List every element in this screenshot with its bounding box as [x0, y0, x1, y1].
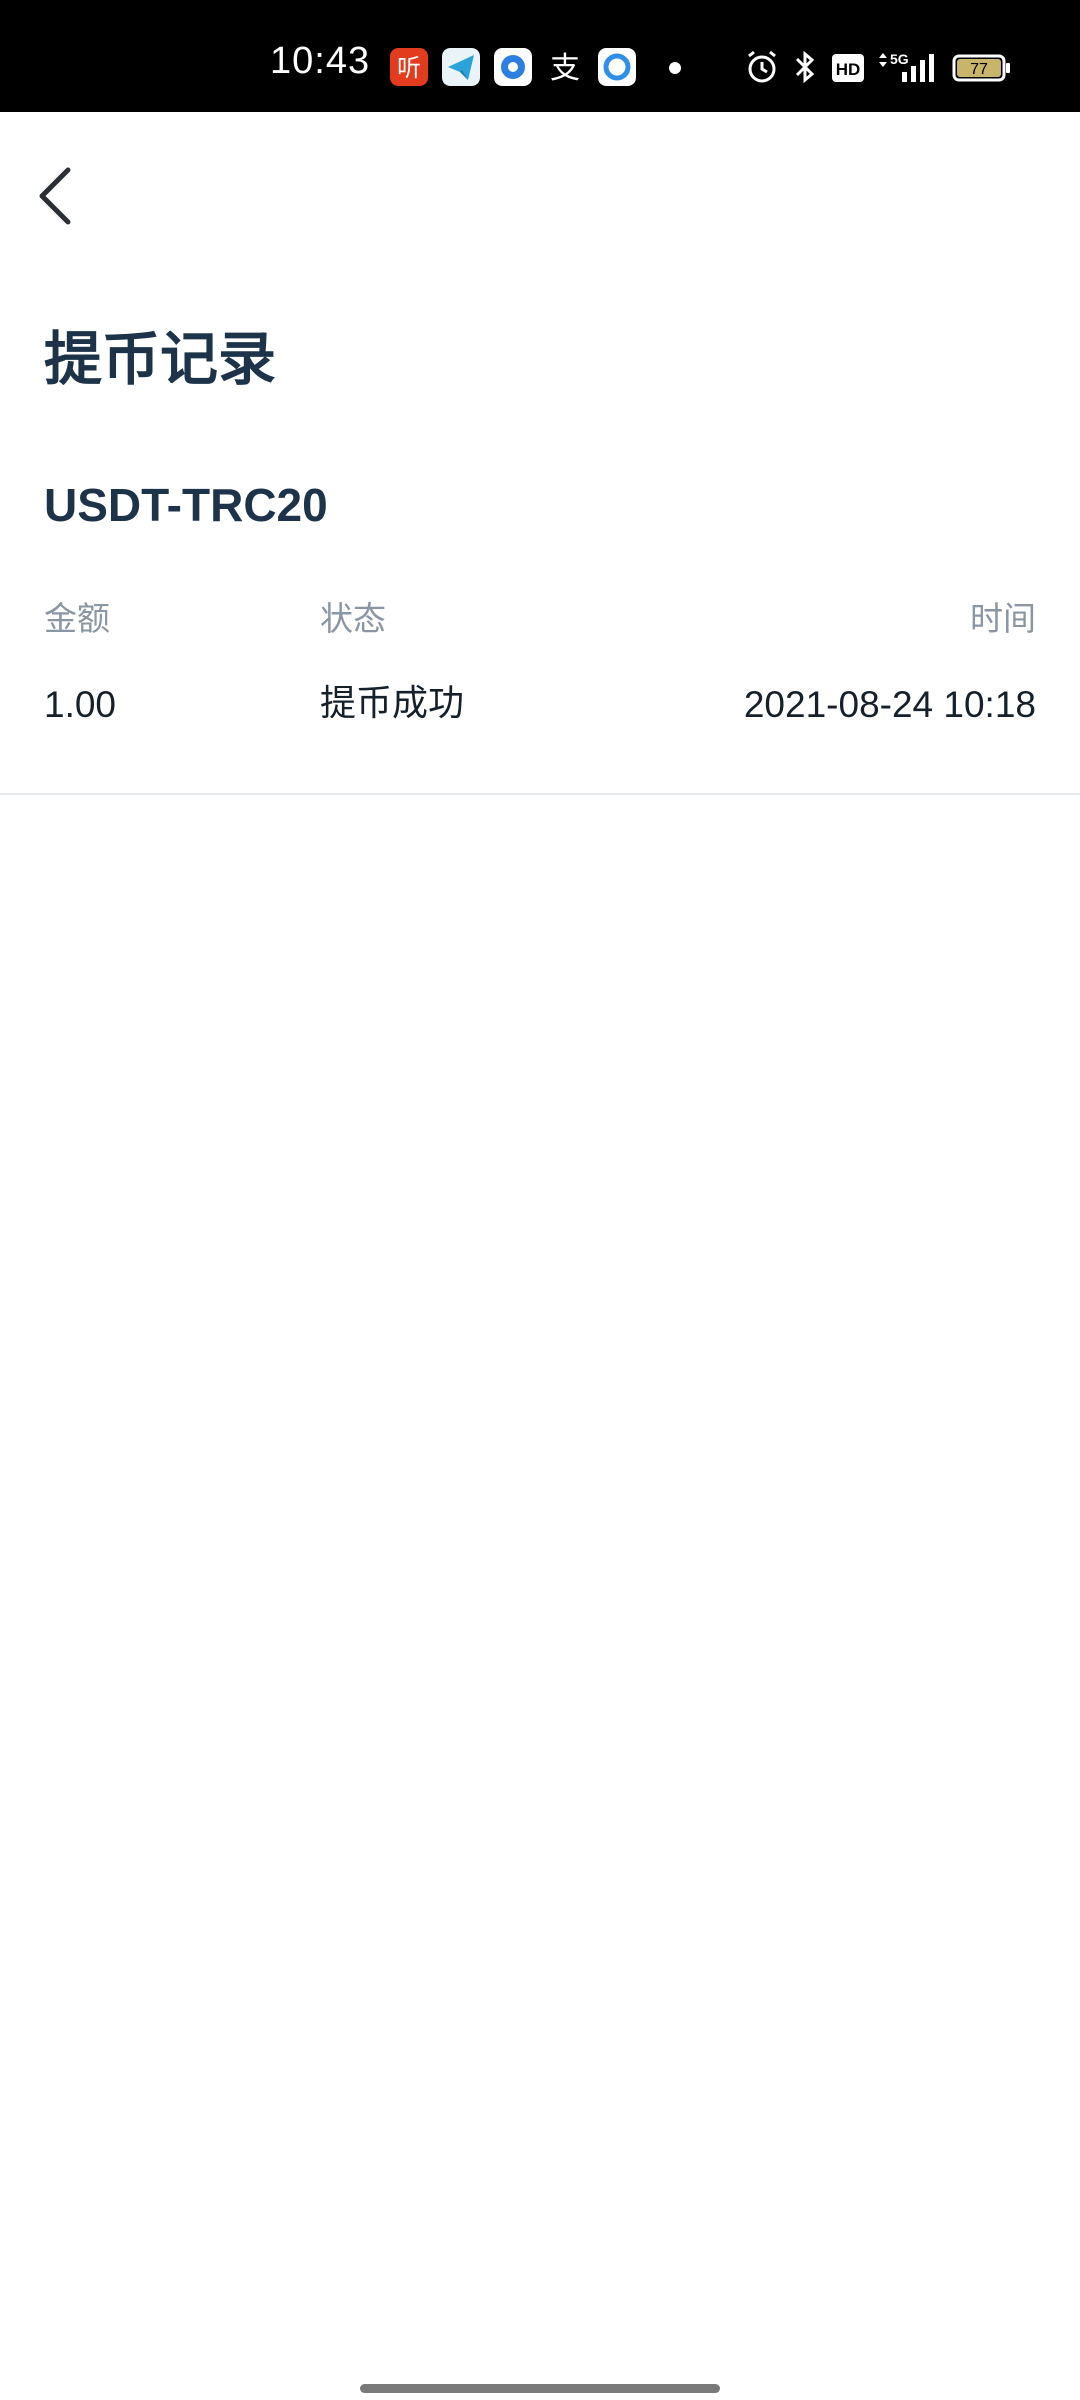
paper-plane-app-icon	[442, 48, 480, 86]
row-amount: 1.00	[44, 684, 117, 725]
svg-text:支: 支	[550, 51, 580, 86]
back-button[interactable]	[28, 160, 88, 230]
row-status: 提币成功	[320, 683, 465, 724]
notification-dot-icon	[669, 62, 681, 74]
column-header-amount: 金额	[44, 599, 110, 638]
page-title: 提币记录	[44, 325, 277, 393]
coin-name: USDT-TRC20	[44, 479, 328, 531]
column-header-status: 状态	[320, 599, 386, 638]
alarm-icon	[748, 50, 776, 83]
svg-text:5G: 5G	[890, 51, 909, 67]
signal-5g-icon: 5G	[879, 51, 934, 82]
status-bar: 10:43 听 支 HD 5G 77	[0, 0, 1080, 112]
alipay-app-icon: 支	[550, 51, 580, 86]
svg-text:HD: HD	[836, 60, 861, 79]
table-header: 金额 状态 时间	[44, 602, 1036, 662]
home-indicator[interactable]	[360, 2384, 720, 2393]
hd-icon: HD	[832, 54, 864, 82]
browser-app-icon	[494, 48, 532, 86]
battery-icon: 77	[952, 54, 1010, 82]
cloud-app-icon	[598, 48, 636, 86]
row-time: 2021-08-24 10:18	[743, 684, 1036, 725]
column-header-time: 时间	[970, 599, 1036, 638]
svg-text:听: 听	[397, 54, 421, 82]
chevron-left-icon	[39, 167, 71, 225]
table-row[interactable]: 1.00 提币成功 2021-08-24 10:18	[44, 686, 1036, 746]
row-divider	[0, 793, 1080, 795]
svg-text:77: 77	[970, 61, 988, 78]
status-time: 10:43	[270, 40, 371, 82]
bluetooth-icon	[795, 50, 815, 84]
listen-app-icon: 听	[390, 48, 428, 86]
